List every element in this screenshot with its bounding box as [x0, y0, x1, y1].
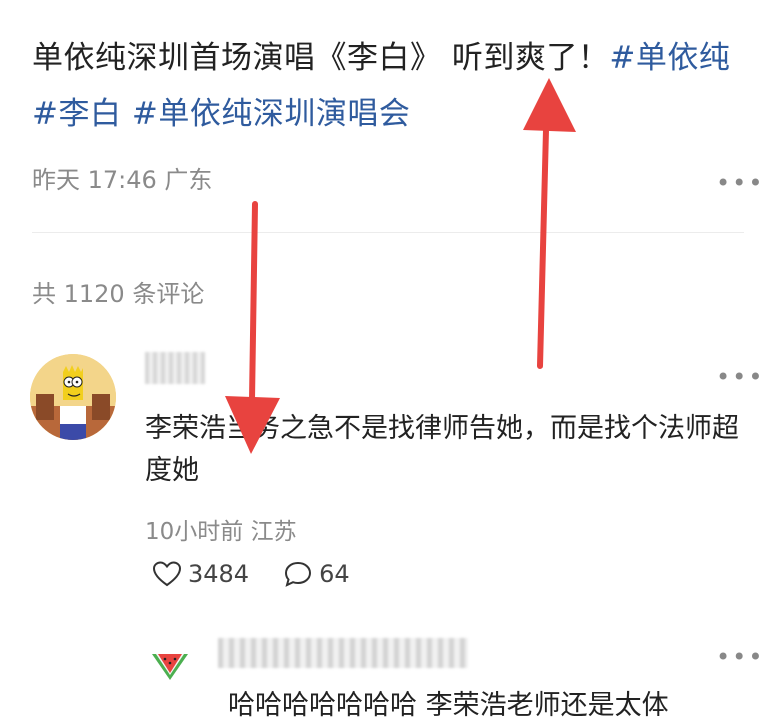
red-arrow-up-icon	[523, 78, 576, 369]
hashtag-shanyichun[interactable]: #单依纯	[609, 40, 730, 76]
reply-username-blurred[interactable]	[218, 638, 468, 668]
like-count: 3484	[188, 560, 250, 588]
like-button[interactable]: 3484	[152, 560, 249, 588]
heart-icon	[152, 561, 182, 587]
comment-meta: 10小时前 江苏	[145, 519, 297, 545]
reply-button[interactable]: 64	[283, 560, 350, 588]
post-meta: 昨天 17:46 广东	[32, 166, 213, 194]
comment-bubble-icon	[285, 561, 312, 587]
reply-text: 哈哈哈哈哈哈哈 李荣浩老师还是太体	[228, 690, 669, 721]
comment-count: 共 1120 条评论	[32, 280, 205, 308]
divider	[32, 232, 744, 233]
red-arrow-down-icon	[225, 201, 280, 454]
watermelon-avatar-icon	[152, 654, 188, 680]
avatar[interactable]	[30, 354, 116, 440]
reply-more-icon[interactable]: •••	[716, 645, 762, 669]
comment-more-icon[interactable]: •••	[716, 365, 762, 389]
post-more-icon[interactable]: •••	[716, 171, 762, 195]
hashtag-concert[interactable]: #单依纯深圳演唱会	[132, 96, 410, 132]
reply-count: 64	[319, 560, 350, 588]
post-title: 单依纯深圳首场演唱《李白》 听到爽了！#单依纯 #李白 #单依纯深圳演唱会	[32, 30, 744, 142]
username-blurred[interactable]	[145, 352, 205, 384]
cartoon-avatar-icon	[30, 354, 116, 440]
hashtag-libai[interactable]: #李白	[32, 96, 121, 132]
reply-avatar[interactable]	[150, 642, 190, 682]
comment-actions: 3484 64	[152, 560, 384, 588]
